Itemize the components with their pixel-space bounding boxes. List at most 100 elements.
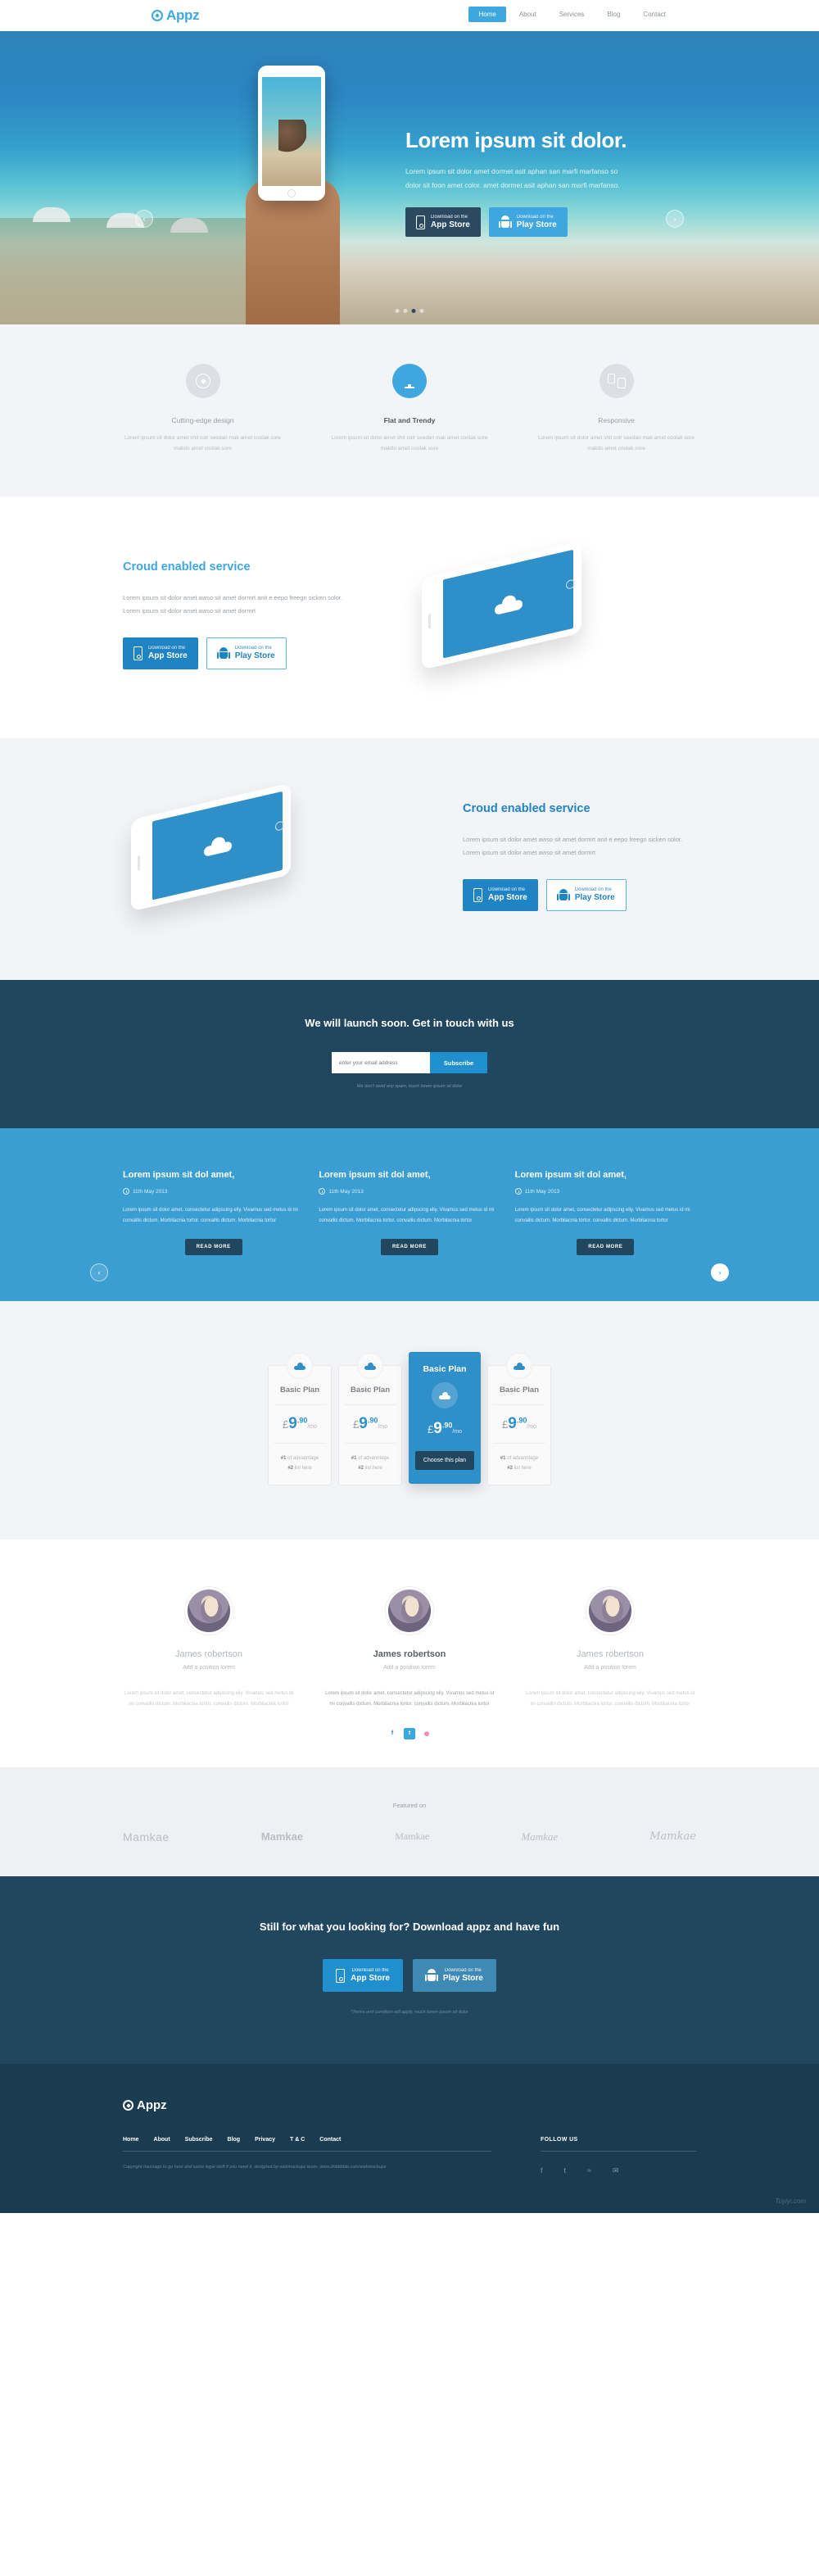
nav-item-services[interactable]: Services bbox=[550, 7, 595, 22]
featured-logos: Mamkae Mamkae Mamkae Mamkae Mamkae bbox=[123, 1830, 696, 1844]
feature-text: Lorem ipsum sit dolor amet shit colr see… bbox=[537, 435, 695, 451]
feature-icon-circle-active bbox=[392, 364, 427, 398]
hero-slider-dots[interactable] bbox=[395, 309, 424, 313]
cta-app-store-button[interactable]: Download on the App Store bbox=[323, 1958, 403, 1993]
twitter-icon[interactable]: t bbox=[564, 2166, 567, 2175]
plan-period: /mo bbox=[452, 1429, 462, 1435]
app-store-small-label: Download on the bbox=[148, 646, 186, 651]
read-more-button[interactable]: READ MORE bbox=[577, 1239, 635, 1256]
follow-us-title: FOLLOW US bbox=[541, 2137, 578, 2143]
dribbble-icon[interactable]: ◍ bbox=[421, 1728, 432, 1739]
footer-logo[interactable]: Appz bbox=[123, 2098, 696, 2112]
home-button-icon bbox=[275, 820, 284, 832]
pricing-plan-card[interactable]: Basic Plan £9.90/mo #1 of advanntage #2 … bbox=[338, 1353, 402, 1486]
footer-link-tc[interactable]: T & C bbox=[290, 2137, 305, 2143]
cloud-left-app-store-button[interactable]: Download on the App Store bbox=[123, 637, 198, 669]
twitter-icon[interactable]: t bbox=[404, 1727, 415, 1739]
phone-icon bbox=[416, 215, 425, 229]
blog-date-row: 11th May 2013 bbox=[123, 1188, 304, 1195]
cloud-right-paragraph: Lorem ipsum sit dolor amet awso sit amet… bbox=[463, 836, 683, 857]
facebook-icon[interactable]: f bbox=[387, 1728, 398, 1739]
blog-prev-arrow[interactable]: ‹ bbox=[90, 1263, 108, 1281]
cloud-left-paragraph: Lorem ipsum sit dolor amet awso sit amet… bbox=[123, 594, 343, 615]
app-store-small-label: Download on the bbox=[488, 887, 526, 893]
cloud-icon bbox=[364, 1362, 376, 1370]
facebook-icon[interactable]: f bbox=[541, 2166, 543, 2175]
pricing-plan-card[interactable]: Basic Plan £9.90/mo #1 of advanntage #2 … bbox=[268, 1353, 332, 1486]
member-position: Add a position lorem bbox=[383, 1665, 436, 1671]
play-store-big-label: Play Store bbox=[234, 651, 275, 661]
footer-divider bbox=[123, 2151, 491, 2152]
hero-app-store-button[interactable]: Download on the App Store bbox=[405, 206, 481, 238]
nav-item-contact[interactable]: Contact bbox=[633, 7, 676, 22]
footer-link-contact[interactable]: Contact bbox=[319, 2137, 341, 2143]
blog-card: Lorem ipsum sit dol amet, 11th May 2013 … bbox=[319, 1169, 500, 1256]
cloud-icon bbox=[294, 1362, 305, 1370]
plan-feature-item: #2 list here bbox=[507, 1466, 532, 1472]
plan-feature-item: #1 of advanntage bbox=[351, 1456, 390, 1462]
team-section: James robertson Add a position lorem Lor… bbox=[0, 1540, 819, 1767]
android-icon bbox=[216, 646, 230, 660]
slider-dot-active[interactable] bbox=[411, 309, 416, 313]
hero-phone-mockup bbox=[258, 66, 325, 201]
choose-plan-button[interactable]: Choose this plan bbox=[415, 1451, 474, 1471]
plan-amount: 9 bbox=[508, 1415, 517, 1433]
nav-item-about[interactable]: About bbox=[509, 7, 546, 22]
cloud-icon bbox=[439, 1391, 450, 1399]
cloud-right-text: Croud enabled service Lorem ipsum sit do… bbox=[463, 802, 696, 911]
read-more-button[interactable]: READ MORE bbox=[184, 1239, 242, 1256]
play-store-small-label: Download on the bbox=[574, 887, 612, 893]
cloud-left-phone-mockup bbox=[356, 541, 696, 683]
hero-store-buttons: Download on the App Store Download on th… bbox=[405, 206, 651, 238]
avatar bbox=[586, 1587, 634, 1635]
site-footer: Appz Home About Subscribe Blog Privacy T… bbox=[0, 2064, 819, 2214]
cloud-left-title: Croud enabled service bbox=[123, 560, 251, 574]
slider-dot[interactable] bbox=[419, 309, 424, 313]
footer-link-blog[interactable]: Blog bbox=[228, 2137, 241, 2143]
member-name: James robertson bbox=[577, 1649, 644, 1660]
pricing-plan-card[interactable]: Basic Plan £9.90/mo #1 of advanntage #2 … bbox=[487, 1353, 551, 1486]
partner-logo: Mamkae bbox=[395, 1830, 430, 1843]
feature-card-cutting-edge-design: Cutting-edge design Lorem ipsum sit dolo… bbox=[123, 364, 283, 454]
plan-icon-bubble bbox=[287, 1353, 313, 1380]
cloud-left-play-store-button[interactable]: Download on the Play Store bbox=[206, 637, 287, 669]
member-name: James robertson bbox=[175, 1649, 242, 1660]
plan-feature-item: #2 list here bbox=[358, 1466, 382, 1472]
slider-dot[interactable] bbox=[403, 309, 408, 313]
pricing-plan-card-featured[interactable]: Basic Plan £9.90/mo Choose this plan bbox=[409, 1352, 481, 1485]
footer-link-about[interactable]: About bbox=[153, 2137, 170, 2143]
plan-amount: 9 bbox=[433, 1420, 442, 1438]
member-socials: f t ◍ bbox=[324, 1727, 495, 1739]
phone-icon bbox=[336, 1968, 346, 1983]
android-icon bbox=[556, 888, 570, 902]
subscribe-button[interactable]: Subscribe bbox=[430, 1052, 487, 1073]
email-input[interactable] bbox=[332, 1052, 430, 1073]
plan-decimal: .90 bbox=[441, 1422, 453, 1431]
footer-link-privacy[interactable]: Privacy bbox=[255, 2137, 275, 2143]
play-store-big-label: Play Store bbox=[516, 220, 557, 229]
cta-play-store-button[interactable]: Download on the Play Store bbox=[412, 1958, 496, 1993]
nav-item-home[interactable]: Home bbox=[468, 7, 506, 22]
read-more-button[interactable]: READ MORE bbox=[380, 1239, 439, 1256]
member-position: Add a position lorem bbox=[183, 1665, 235, 1671]
cloud-service-section-right: Croud enabled service Lorem ipsum sit do… bbox=[0, 738, 819, 980]
cloud-right-play-store-button[interactable]: Download on the Play Store bbox=[545, 879, 627, 911]
footer-link-home[interactable]: Home bbox=[123, 2137, 138, 2143]
hero-next-arrow[interactable]: › bbox=[666, 210, 684, 228]
blog-next-arrow[interactable]: › bbox=[711, 1263, 729, 1281]
site-header: Appz Home About Services Blog Contact bbox=[0, 0, 819, 31]
hero-prev-arrow[interactable]: ‹ bbox=[135, 210, 153, 228]
slider-dot[interactable] bbox=[395, 309, 400, 313]
site-logo[interactable]: Appz bbox=[152, 7, 200, 24]
footer-link-subscribe[interactable]: Subscribe bbox=[185, 2137, 213, 2143]
cta-section: Still for what you looking for? Download… bbox=[0, 1875, 819, 2065]
clock-icon bbox=[123, 1188, 129, 1195]
beach-backdrop bbox=[0, 218, 246, 324]
app-store-big-label: App Store bbox=[431, 220, 470, 229]
footer-divider bbox=[541, 2151, 696, 2152]
cloud-right-app-store-button[interactable]: Download on the App Store bbox=[463, 879, 538, 911]
hero-play-store-button[interactable]: Download on the Play Store bbox=[488, 206, 568, 238]
rss-icon[interactable]: ≈ bbox=[587, 2166, 591, 2175]
mail-icon[interactable]: ✉ bbox=[613, 2166, 619, 2175]
nav-item-blog[interactable]: Blog bbox=[597, 7, 630, 22]
